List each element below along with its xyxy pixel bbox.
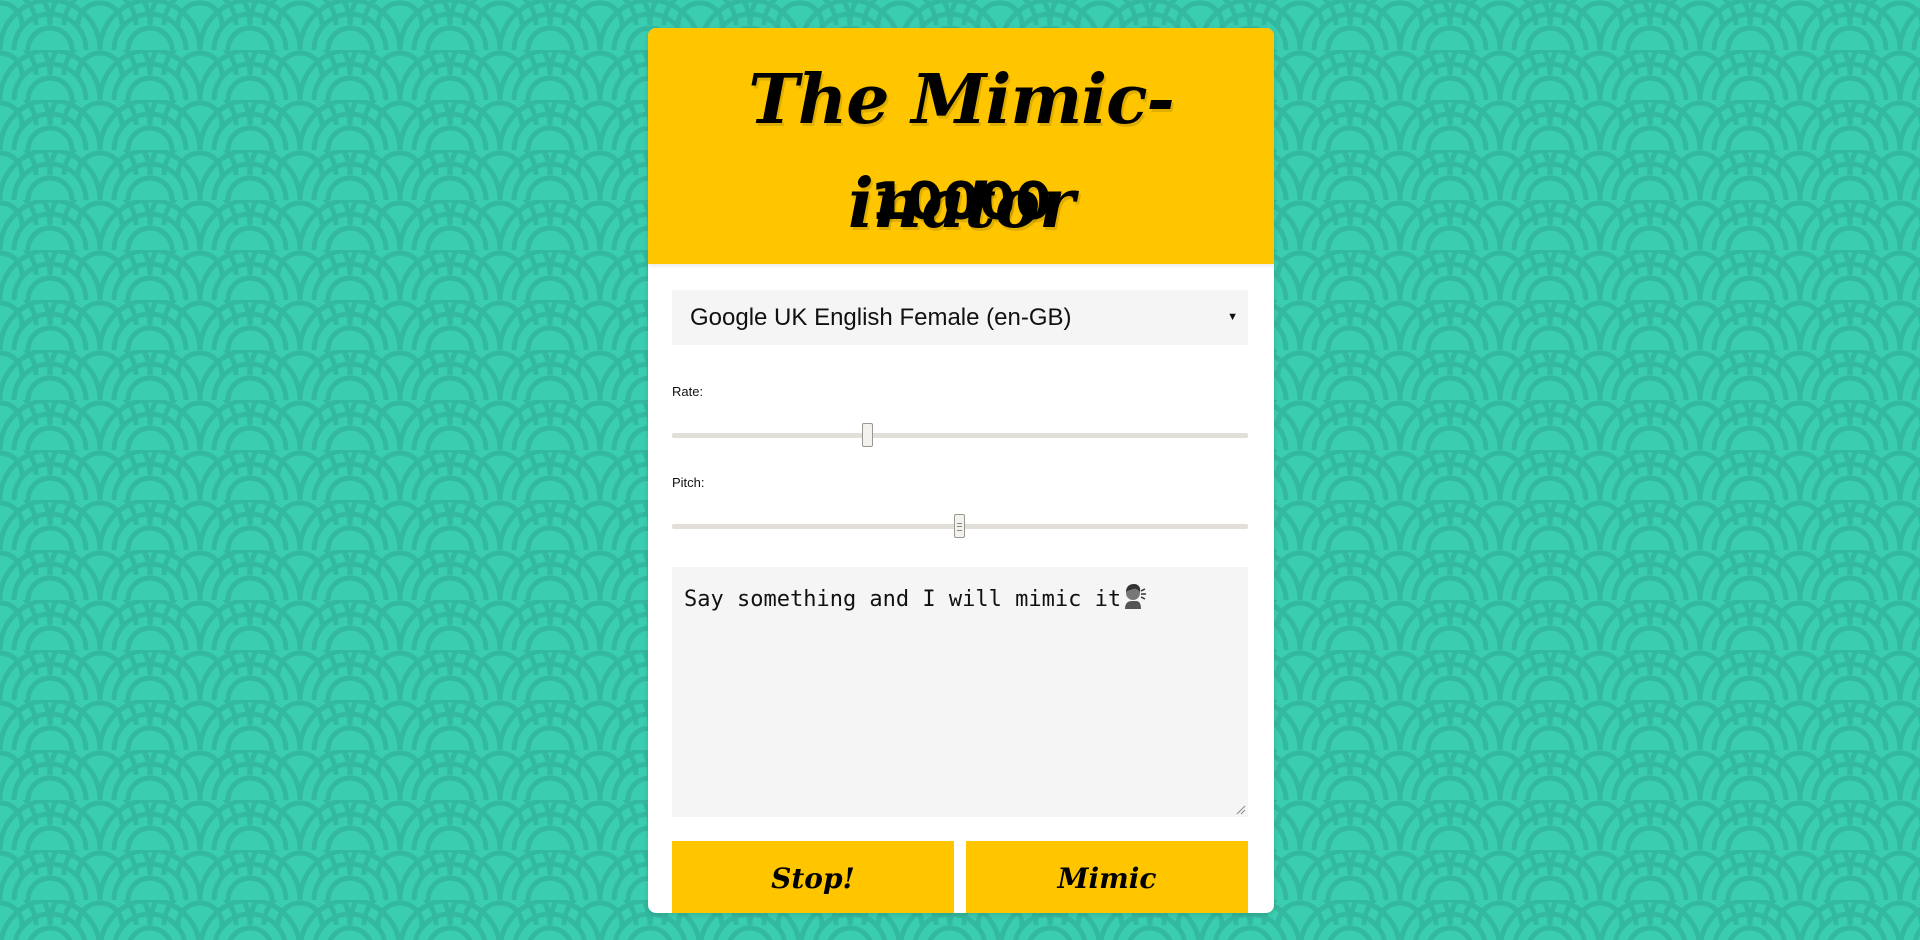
pitch-slider[interactable]: [672, 513, 1248, 541]
voice-select-value: Google UK English Female (en-GB): [690, 304, 1072, 331]
resize-handle-icon[interactable]: [1234, 803, 1246, 815]
speaking-head-icon: [1125, 584, 1147, 609]
grip-icon: [957, 523, 962, 531]
app-title: The Mimic-inator: [748, 60, 1175, 244]
rate-slider-track: [672, 433, 1248, 438]
mimic-counter: 10000: [870, 172, 1052, 232]
message-textarea[interactable]: Say something and I will mimic it: [672, 567, 1248, 817]
dropdown-arrow-icon: ▼: [1227, 311, 1238, 323]
rate-label: Rate:: [672, 384, 704, 399]
mimic-button[interactable]: Mimic: [966, 841, 1248, 913]
mimic-card: The Mimic-inator 10000 Google UK English…: [648, 28, 1274, 913]
voice-select[interactable]: Google UK English Female (en-GB) ▼: [672, 290, 1248, 345]
header: The Mimic-inator 10000: [648, 28, 1274, 264]
rate-slider-thumb[interactable]: [861, 423, 873, 447]
stop-button[interactable]: Stop!: [672, 841, 954, 913]
pitch-label: Pitch:: [672, 475, 705, 490]
message-text: Say something and I will mimic it: [684, 587, 1122, 612]
rate-slider[interactable]: [672, 422, 1248, 450]
pitch-slider-thumb[interactable]: [954, 514, 965, 538]
